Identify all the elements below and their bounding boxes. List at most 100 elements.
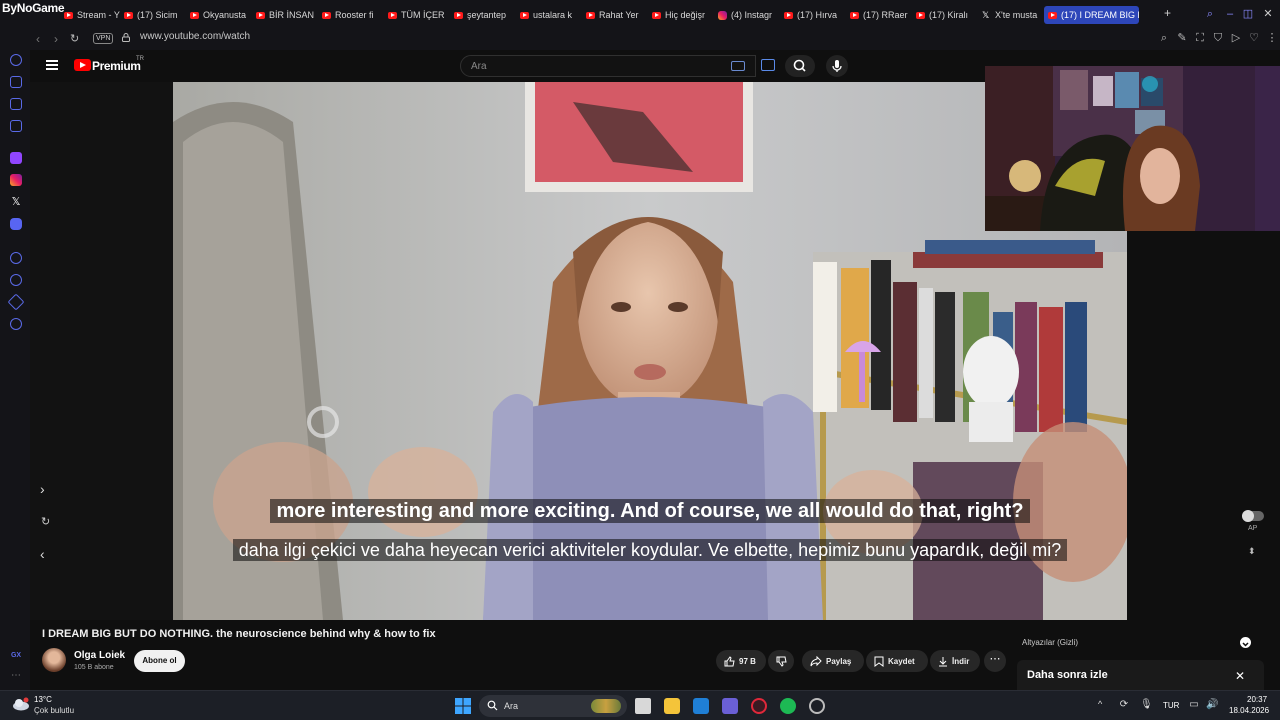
- task-view-icon[interactable]: [635, 698, 651, 714]
- youtube-icon: [652, 11, 661, 19]
- instagram-icon[interactable]: [10, 174, 22, 186]
- browser-tab[interactable]: Hiç değişr: [648, 6, 714, 24]
- network-icon[interactable]: ▭: [1188, 699, 1200, 711]
- weather-temperature[interactable]: 13°C: [34, 695, 52, 704]
- share-button[interactable]: Paylaş: [802, 650, 864, 672]
- file-explorer-icon[interactable]: [664, 698, 680, 714]
- close-icon[interactable]: ✕: [1235, 670, 1247, 682]
- gx-corner-icon[interactable]: GX: [10, 650, 22, 662]
- url-field[interactable]: www.youtube.com/watch: [140, 31, 250, 42]
- more-actions-button[interactable]: ⋯: [984, 650, 1006, 672]
- heart-icon[interactable]: ♡: [1248, 32, 1260, 44]
- teams-icon[interactable]: [722, 698, 738, 714]
- pin-icon[interactable]: ✎: [1176, 32, 1188, 44]
- browser-tab[interactable]: (17) Sicim: [120, 6, 186, 24]
- settings-icon[interactable]: [10, 318, 22, 330]
- forward-icon[interactable]: ›: [54, 32, 58, 46]
- menu-icon[interactable]: ⋮: [1266, 32, 1278, 44]
- search-input[interactable]: [461, 56, 721, 76]
- channel-name[interactable]: Olga Loiek: [74, 650, 125, 661]
- browser-tab[interactable]: (17) RRaer: [846, 6, 912, 24]
- microphone-icon[interactable]: 🎙: [1140, 699, 1153, 711]
- browser-tab[interactable]: TÜM İÇER: [384, 6, 450, 24]
- channel-avatar[interactable]: [42, 648, 66, 672]
- dislike-button[interactable]: [768, 650, 794, 672]
- x-icon[interactable]: 𝕏: [10, 196, 22, 208]
- video-player[interactable]: more interesting and more exciting. And …: [173, 82, 1127, 620]
- browser-tab[interactable]: 𝕏 X'te musta: [978, 6, 1044, 24]
- browser-tab[interactable]: ustalara k: [516, 6, 582, 24]
- browser-tab[interactable]: BİR İNSAN: [252, 6, 318, 24]
- save-button[interactable]: Kaydet: [866, 650, 928, 672]
- clock-date[interactable]: 18.04.2026: [1229, 706, 1269, 715]
- address-bar: ‹ › ↻ VPN www.youtube.com/watch ⌕ ✎ ⛶ ⛉ …: [30, 30, 1280, 50]
- windows-start-icon[interactable]: [455, 698, 471, 714]
- chevron-left-icon[interactable]: ‹: [40, 546, 45, 562]
- transcript-panel-title[interactable]: Altyazılar (Gizli): [1022, 638, 1078, 647]
- search-button[interactable]: [785, 55, 815, 77]
- browser-tab[interactable]: (4) Instagr: [714, 6, 780, 24]
- subscribe-button[interactable]: Abone ol: [134, 650, 185, 672]
- extensions-icon[interactable]: [7, 293, 25, 311]
- steam-icon[interactable]: [809, 698, 825, 714]
- browser-tab-title: ustalara k: [533, 10, 573, 20]
- sidebar-gx-icon[interactable]: [10, 76, 22, 88]
- refresh-icon[interactable]: ↻: [41, 515, 50, 528]
- browser-tab[interactable]: Okyanusta: [186, 6, 252, 24]
- back-icon[interactable]: ‹: [36, 32, 40, 46]
- reload-icon[interactable]: ↻: [70, 32, 79, 45]
- history-icon[interactable]: [10, 274, 22, 286]
- keyboard-icon[interactable]: [731, 61, 745, 71]
- youtube-icon: [916, 11, 925, 19]
- sync-icon[interactable]: ⟳: [1118, 699, 1130, 711]
- taskbar-search[interactable]: Ara: [479, 695, 627, 717]
- outlook-icon[interactable]: [693, 698, 709, 714]
- up-down-icon[interactable]: ⬍: [1248, 546, 1256, 557]
- spotify-icon[interactable]: [780, 698, 796, 714]
- cloud-weather-icon[interactable]: [12, 697, 30, 711]
- shield-icon[interactable]: ⛉: [1212, 32, 1224, 44]
- twitch-icon[interactable]: [10, 152, 22, 164]
- input-language[interactable]: TUR: [1163, 701, 1179, 710]
- tray-overflow-icon[interactable]: ^: [1098, 699, 1102, 709]
- translate-icon[interactable]: [761, 59, 775, 71]
- autoplay-toggle[interactable]: [1242, 510, 1264, 522]
- clock-time[interactable]: 20:37: [1247, 695, 1267, 704]
- more-sidebar-icon[interactable]: ⋯: [10, 670, 22, 682]
- browser-tab-title: Rooster fi: [335, 10, 374, 20]
- chevron-right-icon[interactable]: ›: [40, 481, 45, 497]
- browser-tab[interactable]: şeytantep: [450, 6, 516, 24]
- browser-tab[interactable]: Rooster fi: [318, 6, 384, 24]
- browser-tab[interactable]: (17) I DREAM BIG B: [1044, 6, 1139, 24]
- sidebar-m-icon[interactable]: [10, 120, 22, 132]
- opera-gx-icon[interactable]: [751, 698, 767, 714]
- download-button[interactable]: İndir: [930, 650, 980, 672]
- screenshot-icon[interactable]: ⛶: [1194, 32, 1206, 44]
- chevron-down-icon[interactable]: [1240, 637, 1251, 648]
- discord-icon[interactable]: [10, 218, 22, 230]
- browser-tab[interactable]: Stream - Y: [60, 6, 120, 24]
- like-button[interactable]: 97 B: [716, 650, 766, 672]
- sidebar-player-icon[interactable]: [10, 252, 22, 264]
- sidebar-box-icon[interactable]: [10, 98, 22, 110]
- maximize-icon[interactable]: ◫: [1242, 8, 1254, 20]
- volume-icon[interactable]: 🔊: [1206, 699, 1218, 711]
- close-window-icon[interactable]: ✕: [1262, 8, 1274, 20]
- sidebar-speed-dial-icon[interactable]: [10, 54, 22, 66]
- weather-description[interactable]: Çok bulutlu: [34, 706, 74, 715]
- search-tabs-icon[interactable]: ⌕: [1204, 8, 1216, 20]
- browser-tab[interactable]: (17) Kiralı: [912, 6, 978, 24]
- minimize-icon[interactable]: –: [1224, 8, 1236, 20]
- zoom-icon[interactable]: ⌕: [1158, 32, 1170, 44]
- hamburger-menu-icon[interactable]: [46, 60, 58, 70]
- youtube-premium-logo[interactable]: Premium: [92, 59, 141, 73]
- new-tab-button[interactable]: +: [1164, 6, 1171, 20]
- browser-tab[interactable]: Rahat Yer: [582, 6, 648, 24]
- watch-later-title: Daha sonra izle: [1027, 669, 1108, 681]
- play-icon[interactable]: ▷: [1230, 32, 1242, 44]
- browser-tab[interactable]: (17) Hırva: [780, 6, 846, 24]
- youtube-logo-icon[interactable]: [74, 59, 91, 71]
- vpn-badge[interactable]: VPN: [93, 33, 114, 44]
- voice-search-button[interactable]: [826, 55, 848, 77]
- player-left-margin: [30, 82, 173, 620]
